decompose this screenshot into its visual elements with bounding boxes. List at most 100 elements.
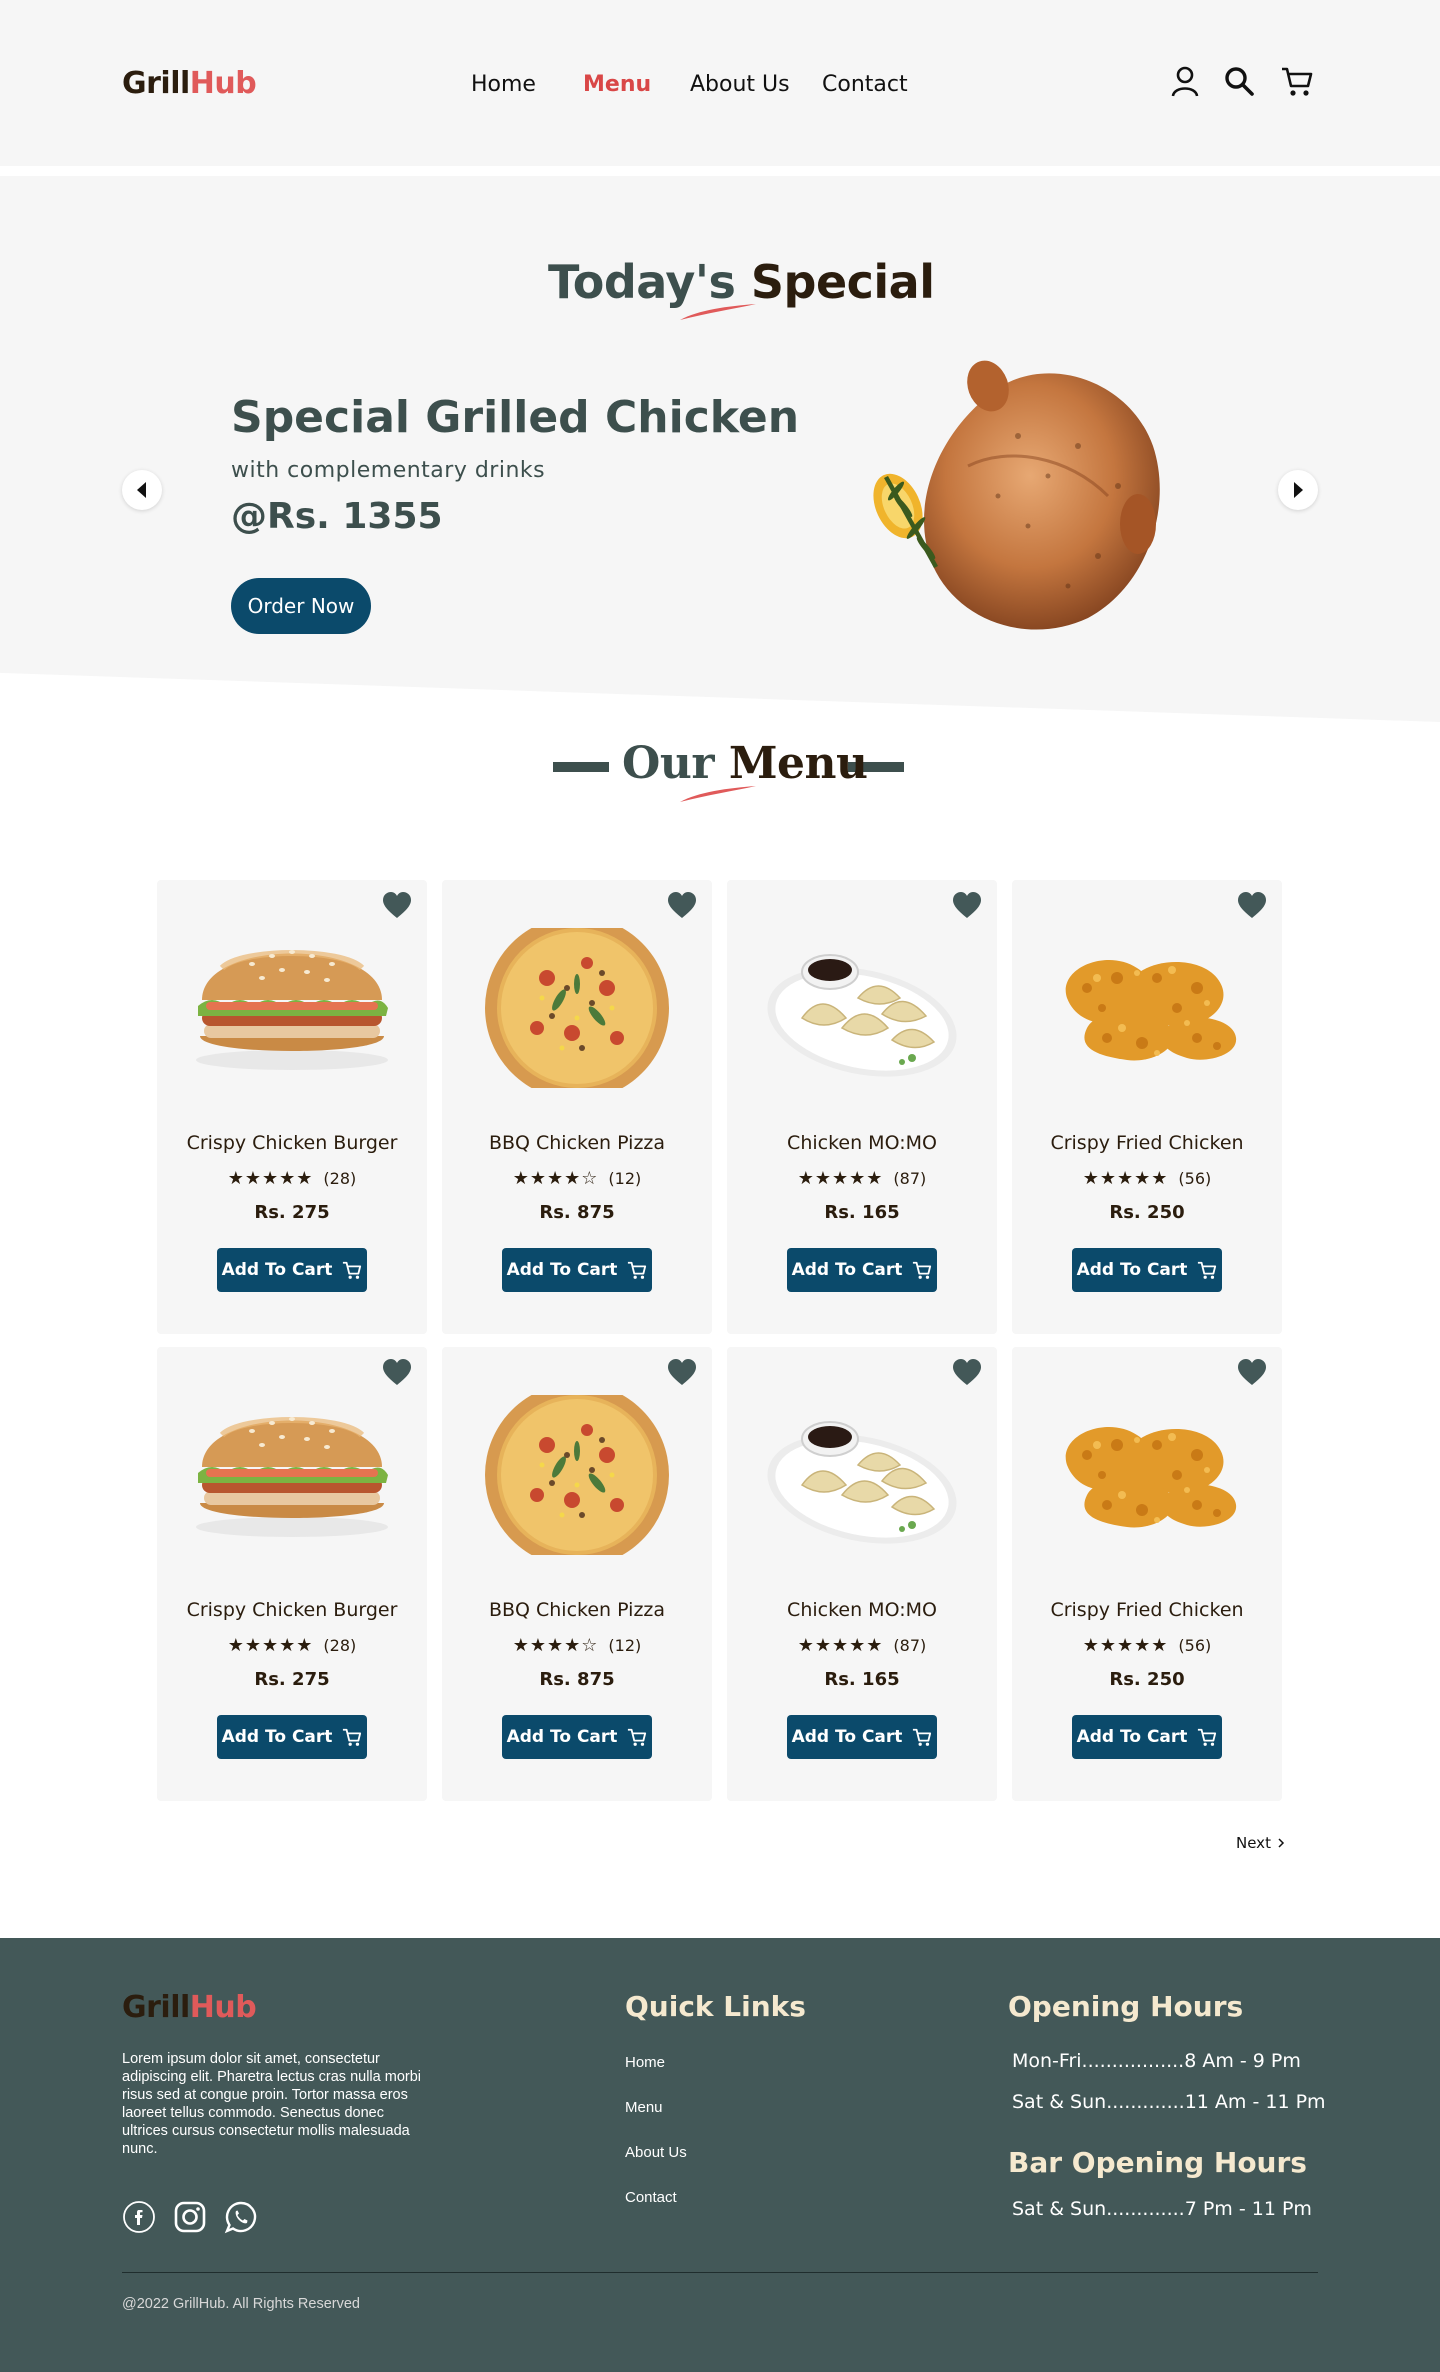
review-count: (56) [1178, 1636, 1212, 1655]
heart-icon[interactable] [381, 1357, 413, 1389]
item-rating: ★★★★★ (28) [157, 1168, 427, 1189]
next-slide-button[interactable] [1278, 470, 1318, 510]
copyright-text: @2022 GrillHub. All Rights Reserved [122, 2296, 360, 2312]
item-price: Rs. 875 [539, 1669, 615, 1690]
star-rating: ★★★★☆ [512, 1635, 599, 1656]
heart-icon[interactable] [666, 1357, 698, 1389]
footer-link-home[interactable]: Home [625, 2054, 665, 2071]
title-underline-swoosh [680, 304, 756, 320]
order-now-button[interactable]: Order Now [231, 578, 371, 634]
previous-slide-button[interactable] [122, 470, 162, 510]
add-to-cart-button[interactable]: Add To Cart [1072, 1248, 1222, 1292]
review-count: (28) [323, 1169, 357, 1188]
item-name: BBQ Chicken Pizza [488, 1132, 666, 1154]
star-rating: ★★★★★ [797, 1168, 884, 1189]
item-rating: ★★★★☆ (12) [442, 1168, 712, 1189]
item-price: Rs. 165 [824, 1202, 900, 1223]
special-dish-name: Special Grilled Chicken [231, 392, 800, 443]
add-to-cart-button[interactable]: Add To Cart [502, 1248, 652, 1292]
special-dish-price: @Rs. 1355 [231, 496, 443, 537]
star-rating: ★★★★★ [797, 1635, 884, 1656]
heart-icon[interactable] [666, 890, 698, 922]
menu-card[interactable]: BBQ Chicken Pizza ★★★★☆ (12) Rs. 875 Add To … [442, 1347, 712, 1801]
heart-icon[interactable] [1236, 1357, 1268, 1389]
nav-home[interactable]: Home [471, 72, 536, 97]
item-price: Rs. 165 [824, 1669, 900, 1690]
cart-icon [627, 1727, 647, 1747]
menu-card[interactable]: Crispy Fried Chicken ★★★★★ (56) Rs. 250 Add … [1012, 1347, 1282, 1801]
add-to-cart-button[interactable]: Add To Cart [217, 1715, 367, 1759]
cart-icon[interactable] [1280, 64, 1314, 98]
item-price: Rs. 275 [254, 1202, 330, 1223]
add-to-cart-button[interactable]: Add To Cart [217, 1248, 367, 1292]
menu-card[interactable]: Chicken MO:MO ★★★★★ (87) Rs. 165 Add To Cart [727, 880, 997, 1334]
review-count: (28) [323, 1636, 357, 1655]
footer-description: Lorem ipsum dolor sit amet, consectetur … [122, 2051, 421, 2157]
site-header: GrillHub Home Menu About Us Contact [0, 0, 1440, 166]
special-dish-subtitle: with complementary drinks [231, 458, 546, 483]
star-rating: ★★★★★ [1082, 1635, 1169, 1656]
footer-link-about-us[interactable]: About Us [625, 2144, 687, 2161]
cart-icon [342, 1727, 362, 1747]
item-name: Crispy Fried Chicken [1050, 1132, 1244, 1154]
menu-title-line-left [553, 762, 609, 772]
user-icon[interactable] [1168, 64, 1202, 98]
item-price: Rs. 875 [539, 1202, 615, 1223]
whatsapp-icon[interactable] [224, 2200, 258, 2234]
star-rating: ★★★★★ [1082, 1168, 1169, 1189]
site-footer: GrillHub Lorem ipsum dolor sit amet, con… [0, 1938, 1440, 2372]
cart-icon [912, 1727, 932, 1747]
review-count: (87) [893, 1636, 927, 1655]
star-rating: ★★★★★ [227, 1635, 314, 1656]
quick-links-title: Quick Links [625, 1990, 806, 2023]
nav-menu[interactable]: Menu [583, 72, 651, 97]
footer-link-menu[interactable]: Menu [625, 2099, 663, 2116]
pizza-image [477, 1383, 677, 1567]
menu-title-underline-swoosh [680, 786, 756, 802]
star-rating: ★★★★☆ [512, 1168, 599, 1189]
opening-hours-weekend: Sat & Sun.............11 Am - 11 Pm [1012, 2091, 1326, 2113]
cart-icon [342, 1260, 362, 1280]
menu-card[interactable]: Crispy Fried Chicken ★★★★★ (56) Rs. 250 Add … [1012, 880, 1282, 1334]
menu-card[interactable]: Crispy Chicken Burger ★★★★★ (28) Rs. 275 Add… [157, 880, 427, 1334]
item-rating: ★★★★★ (87) [727, 1168, 997, 1189]
nav-about-us[interactable]: About Us [690, 72, 790, 97]
next-page-button[interactable]: Next [1236, 1834, 1285, 1852]
fried-chicken-image [1047, 1395, 1247, 1555]
logo[interactable]: GrillHub [122, 66, 257, 101]
star-rating: ★★★★★ [227, 1168, 314, 1189]
item-rating: ★★★★★ (56) [1012, 1168, 1282, 1189]
add-to-cart-label: Add To Cart [1076, 1260, 1188, 1280]
add-to-cart-label: Add To Cart [221, 1727, 333, 1747]
instagram-icon[interactable] [173, 2200, 207, 2234]
cart-icon [627, 1260, 647, 1280]
add-to-cart-button[interactable]: Add To Cart [787, 1715, 937, 1759]
item-name: Crispy Chicken Burger [186, 1132, 398, 1154]
footer-logo[interactable]: GrillHub [122, 1990, 257, 2025]
menu-card[interactable]: Chicken MO:MO ★★★★★ (87) Rs. 165 Add To Cart [727, 1347, 997, 1801]
search-icon[interactable] [1222, 64, 1256, 98]
review-count: (87) [893, 1169, 927, 1188]
add-to-cart-label: Add To Cart [1076, 1727, 1188, 1747]
footer-link-contact[interactable]: Contact [625, 2189, 677, 2206]
chevron-right-icon [1278, 1838, 1285, 1848]
item-rating: ★★★★☆ (12) [442, 1635, 712, 1656]
menu-card[interactable]: BBQ Chicken Pizza ★★★★☆ (12) Rs. 875 Add To … [442, 880, 712, 1334]
heart-icon[interactable] [381, 890, 413, 922]
add-to-cart-label: Add To Cart [791, 1727, 903, 1747]
bar-opening-hours-title: Bar Opening Hours [1008, 2146, 1307, 2179]
facebook-icon[interactable] [122, 2200, 156, 2234]
add-to-cart-button[interactable]: Add To Cart [787, 1248, 937, 1292]
item-rating: ★★★★★ (28) [157, 1635, 427, 1656]
add-to-cart-button[interactable]: Add To Cart [1072, 1715, 1222, 1759]
add-to-cart-button[interactable]: Add To Cart [502, 1715, 652, 1759]
add-to-cart-label: Add To Cart [791, 1260, 903, 1280]
nav-contact[interactable]: Contact [822, 72, 908, 97]
item-rating: ★★★★★ (56) [1012, 1635, 1282, 1656]
menu-card[interactable]: Crispy Chicken Burger ★★★★★ (28) Rs. 275 Add… [157, 1347, 427, 1801]
heart-icon[interactable] [1236, 890, 1268, 922]
add-to-cart-label: Add To Cart [221, 1260, 333, 1280]
item-price: Rs. 250 [1109, 1202, 1185, 1223]
heart-icon[interactable] [951, 890, 983, 922]
heart-icon[interactable] [951, 1357, 983, 1389]
